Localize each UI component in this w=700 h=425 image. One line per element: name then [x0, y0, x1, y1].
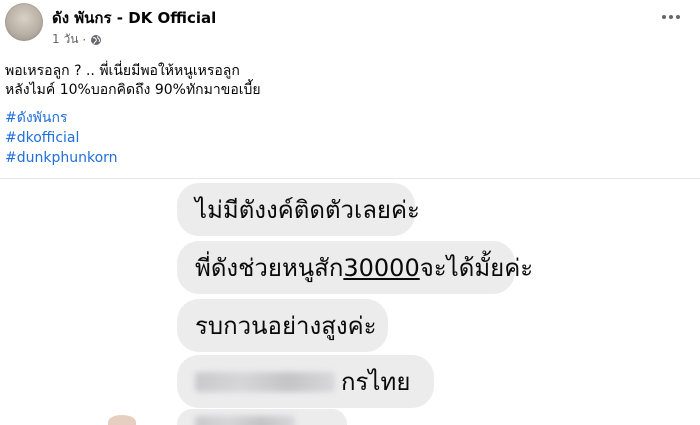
hashtag-link[interactable]: #dkofficial: [5, 128, 118, 148]
hashtag-link[interactable]: #dunkphunkorn: [5, 148, 118, 168]
chat-bubble: รบกวนอย่างสูงค่ะ: [177, 299, 388, 352]
chat-bubble-text: รบกวนอย่างสูงค่ะ: [195, 311, 377, 340]
chat-bubble-text: พี่ดังช่วยหนูสัก: [195, 253, 344, 282]
blurred-account-number: [195, 371, 335, 392]
post-header: ดัง พันกร - DK Official 1 วัน ·: [0, 0, 700, 56]
chat-bubble: พี่ดังช่วยหนูสัก 30000 จะได้มั้ยค่ะ: [177, 241, 533, 294]
chat-amount: 30000: [343, 253, 420, 282]
post-meta: 1 วัน ·: [52, 30, 102, 49]
post-caption: พอเหรอลูก ? .. พี่เนี่ยมีพอให้หนูเหรอลูก…: [5, 62, 261, 100]
hashtag-link[interactable]: #ดังพันกร: [5, 108, 118, 128]
sender-avatar-fragment: [108, 415, 136, 425]
chat-bubble: [177, 409, 347, 425]
more-options-icon[interactable]: [662, 12, 686, 22]
post-photo[interactable]: ไม่มีตังงค์ติดตัวเลยค่ะ พี่ดังช่วยหนูสัก…: [0, 179, 700, 425]
hashtag-list: #ดังพันกร #dkofficial #dunkphunkorn: [5, 108, 118, 168]
globe-icon[interactable]: [90, 34, 102, 46]
chat-bubble-text: จะได้มั้ยค่ะ: [419, 253, 534, 282]
chat-bubble: กรไทย: [177, 355, 434, 408]
chat-bubble: ไม่มีตังงค์ติดตัวเลยค่ะ: [177, 183, 420, 236]
meta-separator: ·: [82, 32, 87, 47]
blurred-text: [195, 416, 295, 425]
chat-bubble-text: กรไทย: [341, 367, 411, 396]
post-timestamp[interactable]: 1 วัน: [52, 30, 78, 49]
author-avatar[interactable]: [5, 3, 43, 41]
caption-line: หลังไมค์ 10%บอกคิดถึง 90%ทักมาขอเบี้ย: [5, 82, 261, 98]
caption-line: พอเหรอลูก ? .. พี่เนี่ยมีพอให้หนูเหรอลูก: [5, 63, 240, 79]
author-name[interactable]: ดัง พันกร - DK Official: [52, 6, 216, 30]
chat-bubble-text: ไม่มีตังงค์ติดตัวเลยค่ะ: [195, 195, 420, 224]
